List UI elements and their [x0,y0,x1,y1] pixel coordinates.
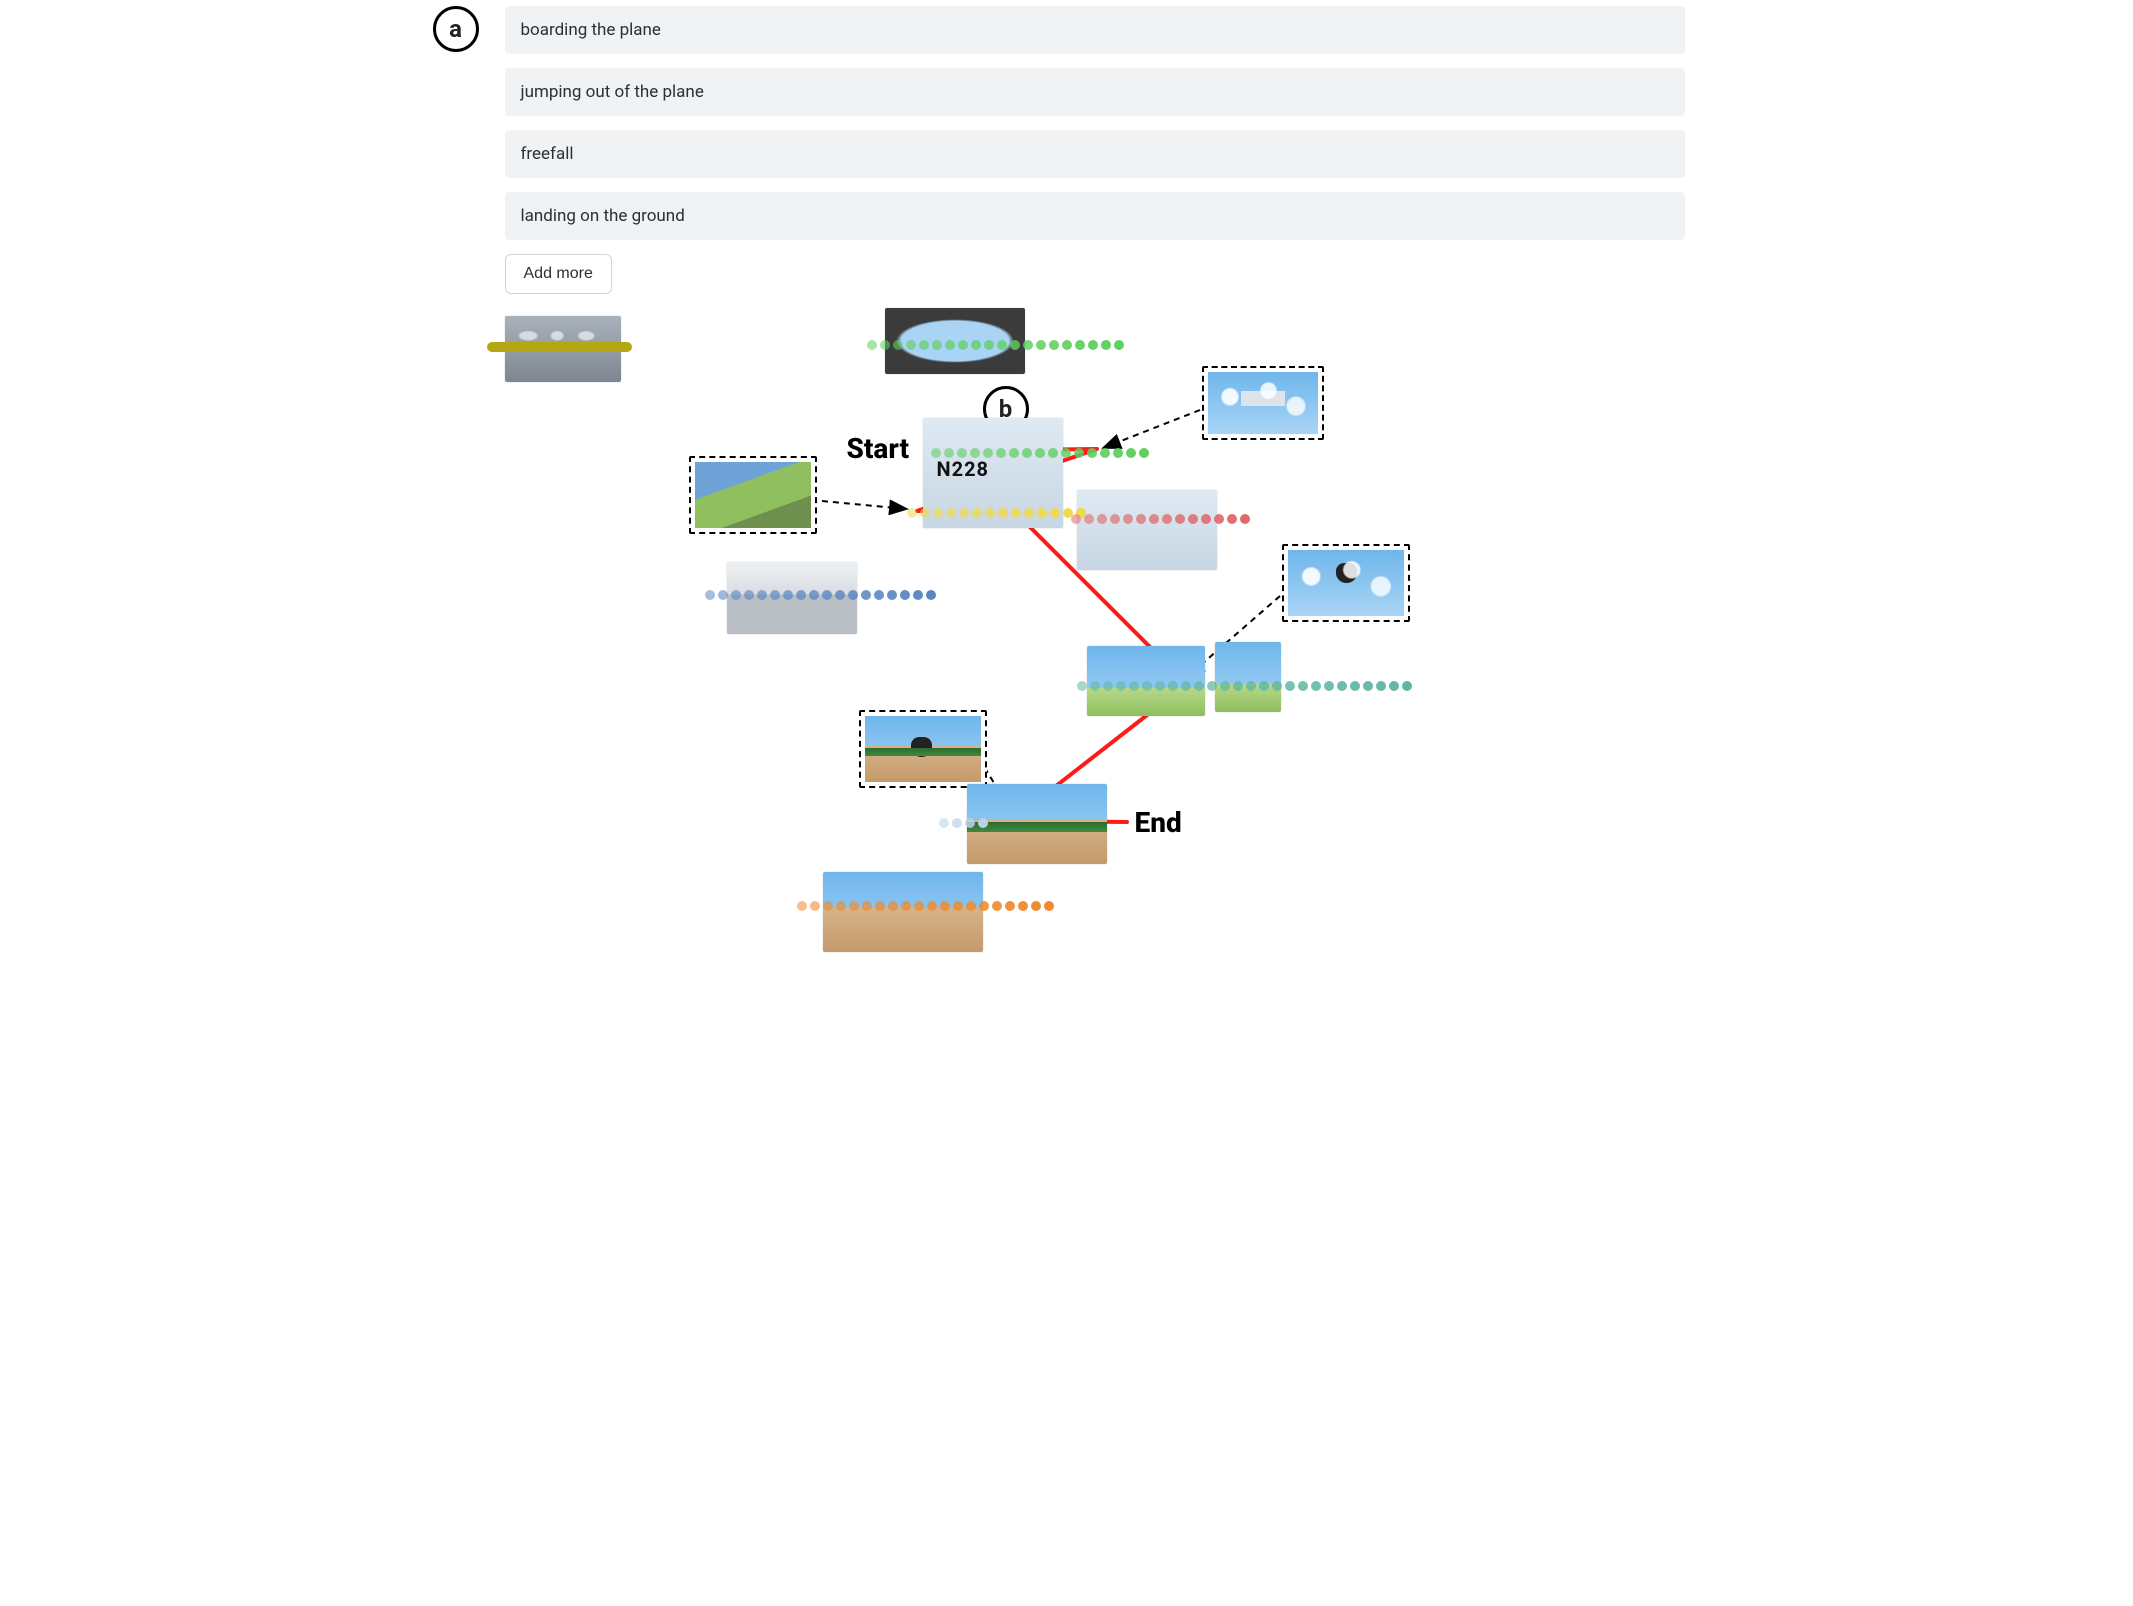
thumbnail-scene [1077,490,1217,570]
track-t-reddots [1071,514,1226,524]
thumbnail-th-walk[interactable] [823,872,983,952]
track-t-blue [705,590,900,600]
thumbnail-scene [865,716,981,782]
track-t-lblue [939,818,989,828]
input-text: boarding the plane [521,20,661,40]
track-t-orange [797,901,997,911]
thumbnail-th-land-s[interactable] [859,710,987,788]
thumbnail-scene [695,462,811,528]
dashed-arrow [811,500,907,509]
person-silhouette-icon [911,737,932,757]
track-t-olive [487,342,632,352]
start-label: Start [847,432,910,465]
dashed-arrow [1103,410,1200,448]
person-silhouette-icon [1336,563,1357,583]
thumbnail-scene [823,872,983,952]
track-t-green2 [931,448,1101,458]
add-more-button[interactable]: Add more [505,254,612,294]
input-text: landing on the ground [521,206,685,226]
thumbnail-th-tandem[interactable] [1282,544,1410,622]
thumbnail-th-aerial[interactable] [689,456,817,534]
input-text: freefall [521,144,574,164]
panel-label-a: a [433,6,479,52]
thumbnail-scene [1215,642,1281,712]
input-row[interactable]: boarding the plane [505,6,1685,54]
track-t-yellow [907,508,1052,518]
end-label: End [1135,806,1182,839]
thumbnail-scene [1288,550,1404,616]
thumbnail-th-haze[interactable] [1077,490,1217,570]
tail-number: N228 [937,457,990,481]
add-more-label: Add more [524,265,593,282]
visualization-canvas[interactable]: b Start End N228 [427,300,1707,964]
input-row[interactable]: freefall [505,130,1685,178]
track-t-teal [1077,681,1367,691]
input-text: jumping out of the plane [521,82,704,102]
thumbnail-scene [1208,372,1318,434]
thumbnail-th-sky2[interactable] [1215,642,1281,712]
input-row[interactable]: landing on the ground [505,192,1685,240]
overlay-svg [427,300,1707,964]
panel-label-a-text: a [449,15,462,43]
input-row[interactable]: jumping out of the plane [505,68,1685,116]
input-list: boarding the plane jumping out of the pl… [505,6,1685,294]
track-t-green1 [867,340,1067,350]
thumbnail-th-plane-ext[interactable] [1202,366,1324,440]
